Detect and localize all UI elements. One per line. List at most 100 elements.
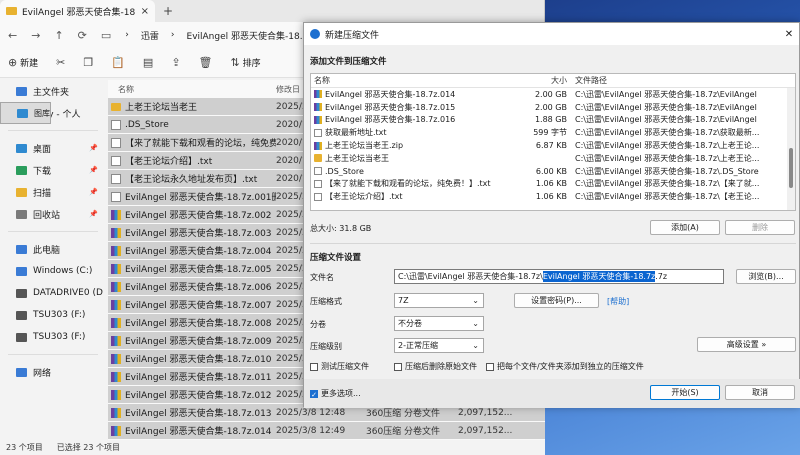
cut-icon[interactable]: ✂ [56, 56, 65, 69]
nav-item-label: 下载 [33, 166, 52, 177]
nav-item-label: 主文件夹 [33, 87, 70, 98]
checkbox-box [310, 362, 318, 371]
new-label: 新建 [20, 59, 39, 69]
more-options-checkbox[interactable]: ✓ 更多选项... [310, 388, 361, 399]
archive-list-row[interactable]: EvilAngel 邪恶天使合集-18.7z.014 2.00 GB C:\迅雷\E… [311, 88, 795, 101]
nav-item-label: TSU303 (F:) [33, 310, 86, 320]
column-modified[interactable]: 修改日 [276, 84, 300, 95]
nav-item[interactable]: 扫描 📌 [0, 181, 106, 203]
add-button[interactable]: 添加(A) [650, 220, 720, 235]
scrollbar-thumb[interactable] [789, 148, 793, 188]
folder-icon [16, 187, 27, 197]
separate-archives-checkbox[interactable]: 把每个文件/文件夹添加到独立的压缩文件 [486, 361, 644, 372]
total-size: 总大小: 31.8 GB [310, 224, 372, 233]
close-icon[interactable]: ✕ [779, 29, 799, 40]
copy-icon[interactable]: ❐ [83, 56, 93, 69]
file-row[interactable]: EvilAngel 邪恶天使合集-18.7z.014 2025/3/8 12:49… [108, 422, 545, 440]
archive-icon [111, 407, 121, 418]
remove-button[interactable]: 删除 [725, 220, 795, 235]
archive-list-row[interactable]: 【老王论坛介绍】.txt 1.06 KB C:\迅雷\EvilAngel 邪恶天使合… [311, 190, 795, 203]
file-name-cell: EvilAngel 邪恶天使合集-18.7z.011 [108, 370, 276, 383]
nav-item[interactable]: 此电脑 [0, 238, 106, 260]
bandizip-logo-icon [310, 29, 320, 39]
archive-icon [111, 317, 121, 328]
nav-item[interactable]: 主文件夹 [0, 80, 106, 102]
explorer-tab[interactable]: EvilAngel 邪恶天使合集-18.7z × [0, 0, 155, 22]
file-name-cell: 【来了就能下载和观看的论坛，纯免费！... [108, 136, 276, 149]
forward-arrow-icon[interactable]: → [31, 29, 40, 42]
file-name: EvilAngel 邪恶天使合集-18.7z.011 [125, 373, 272, 383]
archive-list-row[interactable]: EvilAngel 邪恶天使合集-18.7z.016 1.88 GB C:\迅雷\E… [311, 114, 795, 127]
archive-list-row[interactable]: .DS_Store 6.00 KB C:\迅雷\EvilAngel 邪恶天使合集-1… [311, 165, 795, 178]
archive-list-row[interactable]: 上老王论坛当老王 C:\迅雷\EvilAngel 邪恶天使合集-18.7z\上老王… [311, 152, 795, 165]
nav-item[interactable]: DATADRIVE0 (D [0, 282, 106, 304]
new-tab-icon[interactable]: + [163, 4, 173, 18]
test-archive-checkbox[interactable]: 测试压缩文件 [310, 361, 369, 372]
monitor-icon[interactable]: ▭ [101, 29, 111, 42]
level-select[interactable]: 2-正常压缩 ⌄ [394, 338, 484, 353]
checkbox-label: 把每个文件/文件夹添加到独立的压缩文件 [497, 362, 644, 371]
rename-icon[interactable]: ▤ [143, 56, 153, 69]
archive-list-row[interactable]: 获取最新地址.txt 599 字节 C:\迅雷\EvilAngel 邪恶天使合集-1… [311, 126, 795, 139]
col-path[interactable]: 文件路径 [567, 75, 607, 86]
file-name-cell: EvilAngel 邪恶天使合集-18.7z.014 [108, 424, 276, 437]
advanced-settings-button[interactable]: 高级设置 » [697, 337, 796, 352]
split-select[interactable]: 不分卷 ⌄ [394, 316, 484, 331]
drive-icon [16, 310, 27, 320]
delete-source-checkbox[interactable]: 压缩后删除原始文件 [394, 361, 477, 372]
plus-circle-icon: ⊕ [8, 56, 18, 69]
nav-item[interactable]: 下载 📌 [0, 159, 106, 181]
file-name-cell: EvilAngel 邪恶天使合集-18.7z.006 [108, 280, 276, 293]
breadcrumb-item[interactable]: 迅雷 [141, 29, 159, 42]
filename-label: 文件名 [310, 273, 334, 282]
pin-icon[interactable]: 📌 [89, 166, 98, 174]
nav-item[interactable]: 图库 [0, 102, 51, 124]
sort-button[interactable]: ⇅ 排序 [231, 56, 261, 69]
nav-item[interactable]: TSU303 (F:) [0, 326, 106, 348]
archive-icon [111, 425, 121, 436]
pin-icon[interactable]: 📌 [89, 144, 98, 152]
archive-list-row[interactable]: EvilAngel 邪恶天使合集-18.7z.015 2.00 GB C:\迅雷\E… [311, 101, 795, 114]
paste-icon[interactable]: 📋 [111, 56, 125, 69]
settings-section-title: 压缩文件设置 [310, 253, 362, 263]
archive-item-size: 1.06 KB [535, 179, 567, 189]
column-name[interactable]: 名称 [108, 84, 276, 95]
archive-item-path: C:\迅雷\EvilAngel 邪恶天使合集-18.7z\【老王论... [575, 192, 760, 202]
nav-item[interactable]: 桌面 📌 [0, 137, 106, 159]
nav-item[interactable]: 回收站 📌 [0, 203, 106, 225]
archive-list-row[interactable]: 【来了就能下载和观看的论坛，纯免费！】.txt 1.06 KB C:\迅雷\Evil… [311, 178, 795, 191]
up-arrow-icon[interactable]: ↑ [54, 29, 63, 42]
breadcrumb-item[interactable]: EvilAngel 邪恶天使合集-18.7z [187, 29, 314, 42]
pin-icon[interactable]: 📌 [89, 210, 98, 218]
col-size[interactable]: 大小 [521, 75, 567, 86]
help-link[interactable]: [帮助] [607, 296, 629, 307]
file-name-cell: EvilAngel 邪恶天使合集-18.7z.010 [108, 352, 276, 365]
share-icon[interactable]: ⇪ [171, 56, 180, 69]
nav-divider [8, 354, 98, 355]
archive-item-path: C:\迅雷\EvilAngel 邪恶天使合集-18.7z\.DS_Store [575, 166, 759, 176]
home-icon [16, 86, 27, 96]
archive-list-row[interactable]: 上老王论坛当老王.zip 6.87 KB C:\迅雷\EvilAngel 邪恶天使合… [311, 139, 795, 152]
close-tab-icon[interactable]: × [141, 6, 149, 17]
cancel-button[interactable]: 取消 [725, 385, 795, 400]
new-button[interactable]: ⊕ 新建 [8, 56, 38, 69]
file-name: EvilAngel 邪恶天使合集-18.7z.006 [125, 283, 272, 293]
list-scrollbar[interactable] [787, 88, 795, 210]
browse-button[interactable]: 浏览(B)... [736, 269, 796, 284]
pin-icon[interactable]: 📌 [89, 188, 98, 196]
back-arrow-icon[interactable]: ← [8, 29, 17, 42]
delete-icon[interactable]: 🗑 [199, 56, 213, 69]
start-button[interactable]: 开始(S) [650, 385, 720, 400]
archive-icon [314, 115, 322, 124]
nav-item[interactable]: Windows (C:) [0, 260, 106, 282]
archive-icon [111, 371, 121, 382]
refresh-icon[interactable]: ⟳ [78, 29, 87, 42]
col-name[interactable]: 名称 [311, 75, 521, 86]
nav-item[interactable]: TSU303 (F:) [0, 304, 106, 326]
nav-item[interactable]: 网络 [0, 361, 106, 383]
set-password-button[interactable]: 设置密码(P)... [514, 293, 599, 308]
document-icon [111, 173, 121, 184]
filename-input[interactable]: C:\迅雷\EvilAngel 邪恶天使合集-18.7z\ EvilAngel 邪… [394, 269, 724, 284]
document-icon [314, 192, 322, 201]
format-select[interactable]: 7Z ⌄ [394, 293, 484, 308]
